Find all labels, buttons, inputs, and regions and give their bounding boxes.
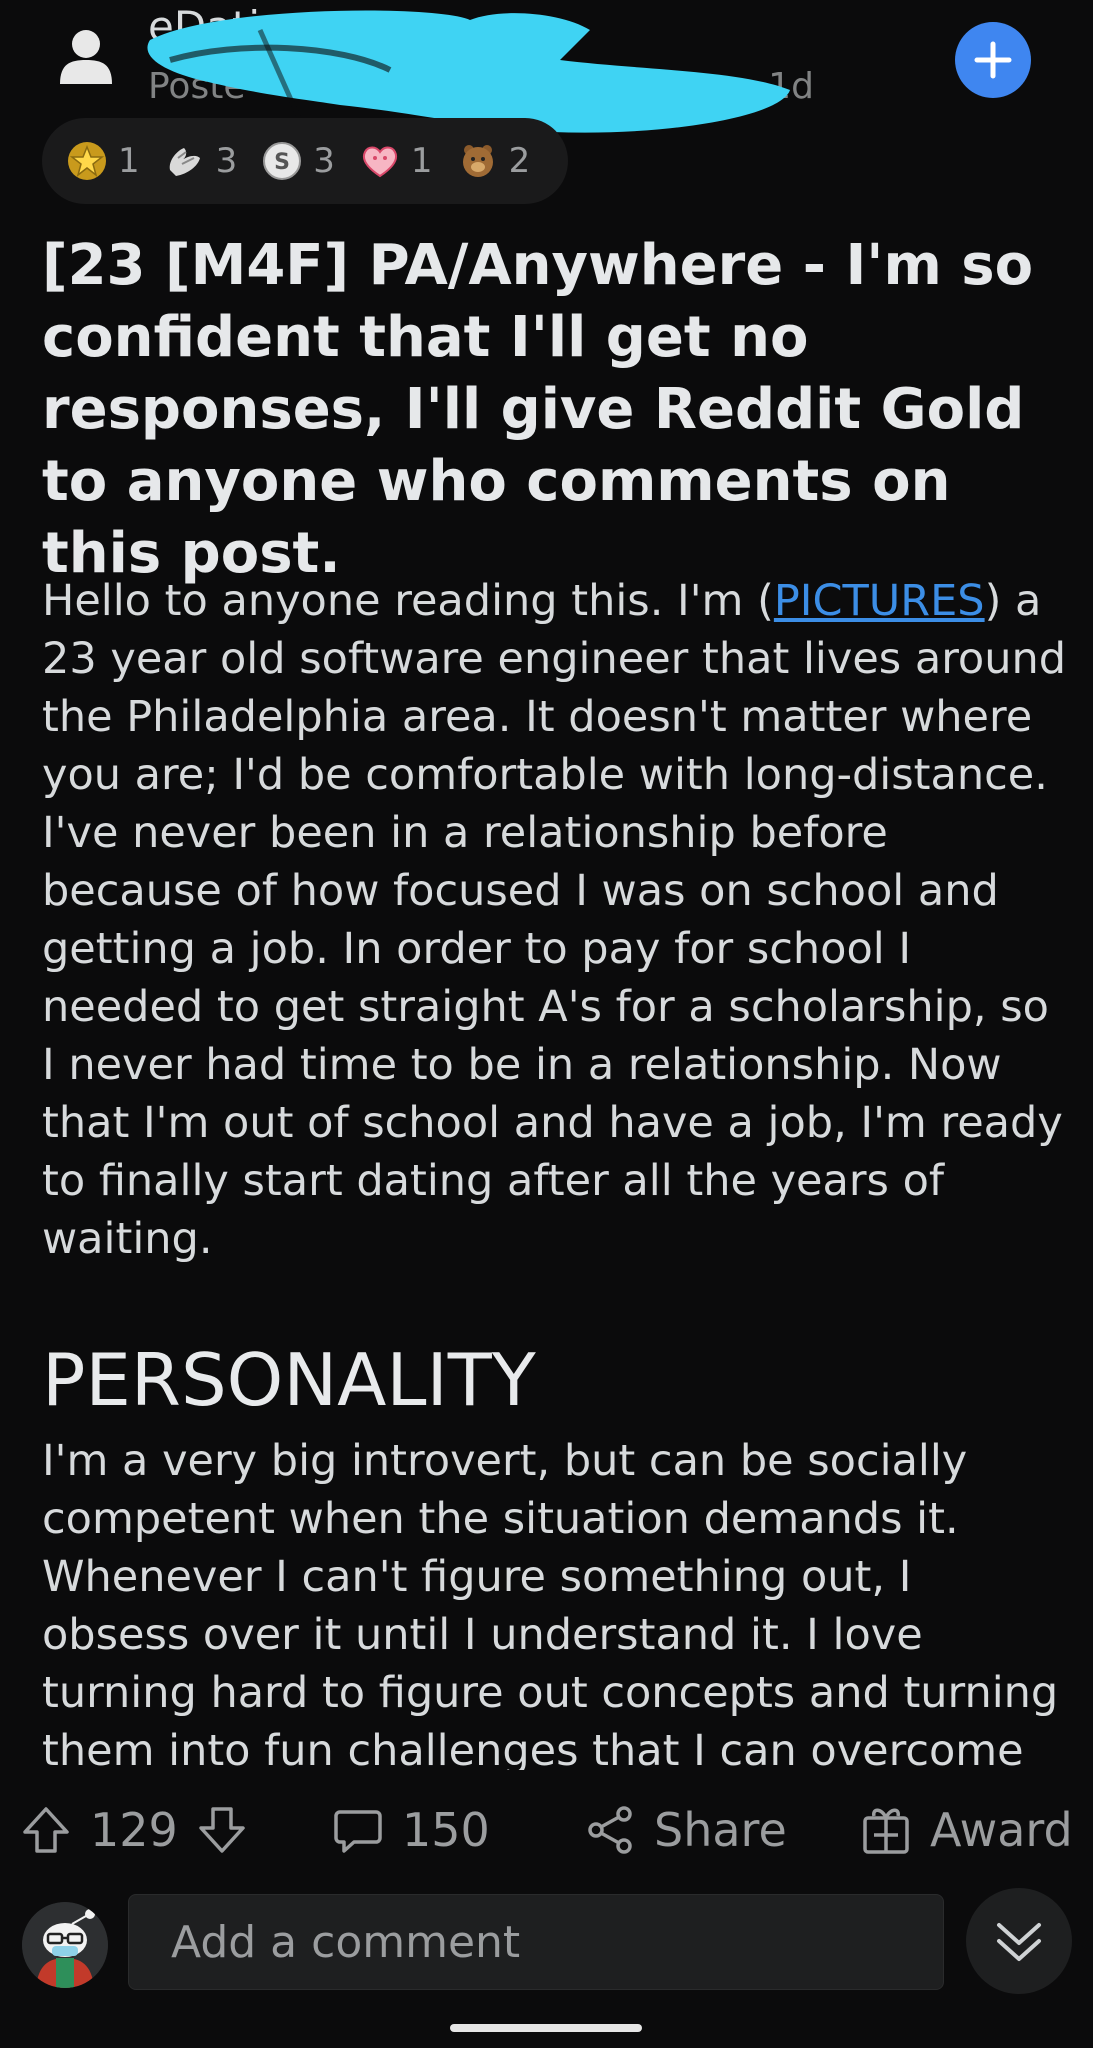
award-count: 3 (215, 141, 238, 181)
home-indicator[interactable] (450, 2024, 642, 2032)
share-icon (588, 1806, 632, 1854)
silver-coin-award-icon: S (263, 142, 302, 180)
plus-icon (974, 41, 1012, 79)
awards-bar[interactable]: 1 3 S 3 1 2 (42, 118, 569, 204)
downvote-icon[interactable] (196, 1804, 248, 1856)
award-bear[interactable]: 2 (457, 140, 531, 182)
award-heart[interactable]: 1 (359, 140, 433, 182)
snoo-avatar-icon (22, 1902, 108, 1988)
post-body: Hello to anyone reading this. I'm (PICTU… (42, 572, 1072, 1268)
user-avatar[interactable] (22, 1902, 108, 1988)
post-title: [23 [M4F] PA/Anywhere - I'm so confident… (42, 233, 1034, 586)
collapse-button[interactable] (966, 1888, 1072, 1994)
upvote-icon[interactable] (20, 1804, 72, 1856)
post-action-bar: 129 150 Share Award (0, 1770, 1093, 1890)
comment-placeholder: Add a comment (171, 1916, 521, 1968)
award-count: 3 (313, 141, 335, 181)
comment-icon (334, 1810, 382, 1853)
comment-bar: Add a comment (0, 1880, 1093, 2048)
award-silver[interactable]: S 3 (261, 140, 335, 182)
hands-award-icon (169, 148, 200, 176)
comment-count: 150 (402, 1803, 490, 1857)
subreddit-avatar-icon[interactable] (60, 28, 112, 84)
share-button[interactable]: Share (584, 1770, 787, 1890)
star-award-icon (68, 142, 106, 180)
section-text: I'm a very big introvert, but can be soc… (42, 1436, 1059, 1776)
double-chevron-down-icon (997, 1923, 1041, 1961)
pictures-link[interactable]: PICTURES (774, 576, 985, 626)
award-label: Award (930, 1803, 1073, 1857)
body-text: Hello to anyone reading this. I'm ( (42, 576, 774, 626)
section-heading: PERSONALITY (42, 1338, 536, 1422)
join-button[interactable] (955, 22, 1031, 98)
award-star[interactable]: 1 (66, 140, 140, 182)
vote-group: 129 (20, 1770, 248, 1890)
award-button[interactable]: Award (860, 1770, 1073, 1890)
comment-input[interactable]: Add a comment (128, 1894, 944, 1990)
gift-icon (863, 1808, 909, 1854)
body-text: ) a 23 year old software engineer that l… (42, 576, 1067, 1264)
heart-award-icon (362, 146, 397, 178)
award-count: 1 (410, 141, 433, 181)
share-label: Share (654, 1803, 787, 1857)
bear-award-icon (462, 145, 493, 177)
comments-button[interactable]: 150 (332, 1770, 490, 1890)
award-hands[interactable]: 3 (164, 140, 238, 182)
award-count: 2 (508, 141, 531, 181)
vote-count: 129 (90, 1803, 178, 1857)
award-count: 1 (118, 141, 140, 181)
svg-text:S: S (274, 150, 290, 175)
